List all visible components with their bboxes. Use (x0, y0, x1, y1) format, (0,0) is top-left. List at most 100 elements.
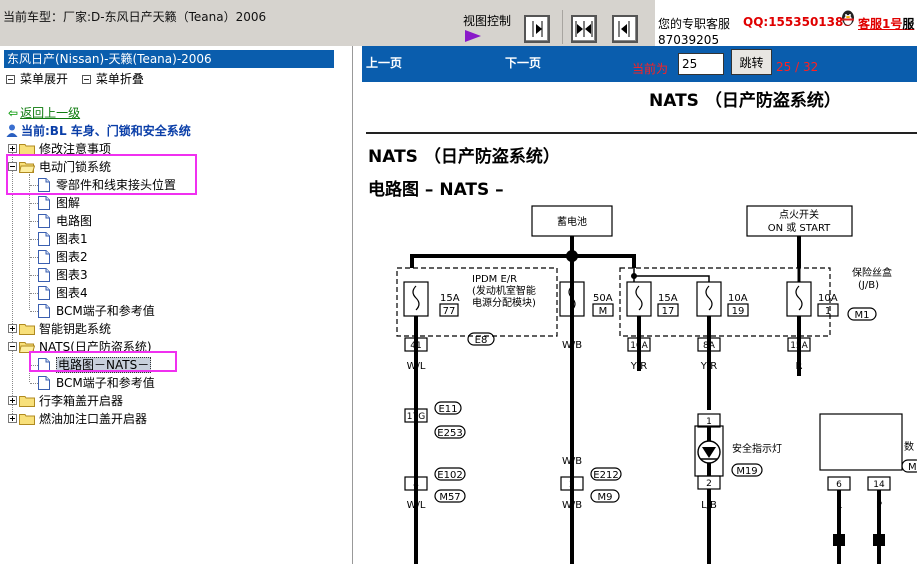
service-phone: 87039205 (658, 33, 720, 47)
page-count: 25 / 32 (776, 60, 819, 74)
connector-m1-label: M1 (855, 310, 870, 321)
service-name-link[interactable]: 客服1号服 (858, 15, 914, 32)
tree-item-label: 行李箱盖开启器 (39, 394, 124, 408)
collapse-toggle-icon[interactable] (8, 342, 17, 351)
highlight-box (6, 154, 197, 195)
expand-all-icon (6, 75, 15, 84)
wire-wl-label-1: W/L (407, 361, 426, 372)
current-car-type: 当前车型：厂家:D-东风日产天籁（Teana）2006 (3, 10, 267, 24)
tree-item-label: 智能钥匙系统 (39, 322, 112, 336)
view-expand-right-button[interactable] (524, 15, 550, 43)
wire-r-label: R (796, 361, 803, 372)
prev-page-link[interactable]: 上一页 (366, 54, 402, 71)
next-page-link[interactable]: 下一页 (505, 54, 541, 71)
collapse-all-label: 菜单折叠 (95, 72, 144, 86)
expand-toggle-icon[interactable] (8, 396, 17, 405)
terminal-6-label: 6 (836, 480, 842, 490)
wire-p-label: P (876, 500, 882, 511)
tree-item-label: BCM端子和参考值 (56, 376, 155, 390)
ipdm-label-1: IPDM E/R (472, 274, 517, 285)
terminal-16a-label: 16A (630, 341, 648, 351)
fuse-1 (786, 281, 812, 317)
folder-icon (19, 396, 35, 407)
fuse-element (795, 285, 803, 311)
connector-e8-label: E8 (475, 335, 488, 346)
junction-dot (566, 250, 578, 262)
current-section: 当前:BL 车身、门锁和安全系统 (6, 122, 191, 139)
document-icon (38, 232, 50, 246)
tree-connector (30, 275, 38, 276)
highlight-box (29, 351, 177, 372)
tree-item-label: 图表1 (56, 232, 88, 246)
tree-folder[interactable]: 行李箱盖开启器 (8, 392, 123, 410)
jump-button[interactable]: 跳转 (731, 49, 772, 75)
tree-folder[interactable]: 燃油加注口盖开启器 (8, 410, 147, 428)
wire-wb-label-2: W/B (562, 456, 582, 467)
document-icon (38, 250, 50, 264)
back-arrow-icon: ⇦ (8, 106, 19, 120)
ipdm-label-2: (发动机室智能 (472, 284, 536, 297)
security-lamp-label: 安全指示灯 (732, 442, 782, 455)
collapse-all-button[interactable]: 菜单折叠 (81, 70, 144, 87)
header-rule (366, 132, 917, 134)
page-number-input[interactable] (678, 53, 724, 75)
connector-e253-label: E253 (437, 428, 462, 439)
split-center-icon (575, 21, 593, 37)
view-control-arrow-icon[interactable] (464, 29, 482, 43)
tree-item[interactable]: 图解 (30, 194, 80, 212)
fuse-15a-label: 15A (440, 293, 460, 304)
data-module-label: 数 (904, 440, 914, 453)
connector-m-right-label: M (908, 462, 917, 473)
left-tree-panel: 东风日产(Nissan)-天籁(Teana)-2006 菜单展开 菜单折叠 ⇦ 返… (0, 46, 353, 564)
tree-folder[interactable]: 智能钥匙系统 (8, 320, 111, 338)
tree-item[interactable]: BCM端子和参考值 (30, 302, 155, 320)
tree-item-label: 燃油加注口盖开启器 (39, 412, 148, 426)
data-module-box (819, 413, 903, 471)
qq-penguin-icon[interactable] (840, 9, 856, 27)
fuse-element (412, 285, 420, 311)
terminal-2-label: 2 (569, 480, 575, 490)
back-link[interactable]: ⇦ 返回上一级 (8, 104, 80, 121)
tree-item[interactable]: BCM端子和参考值 (30, 374, 155, 392)
expand-toggle-icon[interactable] (8, 414, 17, 423)
fuse-50a-label: 50A (593, 293, 613, 304)
document-icon (38, 376, 50, 390)
current-page-label: 当前为 (632, 62, 669, 76)
document-icon (38, 286, 50, 300)
fuse-bus (633, 268, 710, 282)
terminal-8a-label: 8A (703, 341, 716, 351)
collapse-all-icon (81, 75, 91, 84)
view-expand-left-button[interactable] (612, 15, 638, 43)
view-split-button[interactable] (571, 15, 597, 43)
tree-item[interactable]: 图表1 (30, 230, 88, 248)
expand-toggle-icon[interactable] (8, 324, 17, 333)
document-viewer: 上一页 下一页 当前为 跳转 25 / 32 NATS （日产防盗系统） NAT… (362, 46, 917, 564)
terminal-15a-label: 15A (790, 341, 808, 351)
tree-item[interactable]: 图表4 (30, 284, 88, 302)
expand-all-button[interactable]: 菜单展开 (6, 70, 68, 87)
ipdm-label-3: 电源分配模块) (472, 296, 536, 309)
tree-item[interactable]: 图表2 (30, 248, 88, 266)
fuse-77 (403, 281, 429, 317)
tree-item-label: 图表4 (56, 286, 88, 300)
plug-square (833, 534, 845, 546)
tree-item[interactable]: 图表3 (30, 266, 88, 284)
fuse-17-label: 17 (662, 306, 675, 317)
fuse-19 (696, 281, 722, 317)
expand-toggle-icon[interactable] (8, 144, 17, 153)
wire-wb-label-3: W/B (562, 500, 582, 511)
tree-item-label: 电路图 (56, 214, 93, 228)
tree-connector (30, 383, 38, 384)
document-title: NATS （日产防盗系统） (368, 147, 560, 167)
split-left-icon (618, 21, 630, 37)
folder-icon (19, 324, 35, 335)
view-control-label: 视图控制 (463, 14, 512, 28)
service-qq-link[interactable]: QQ:1553501388 (743, 15, 852, 29)
fuse-block-label-2: (J/B) (858, 280, 879, 291)
tree-item[interactable]: 电路图 (30, 212, 93, 230)
wire-yr-label-1: Y/R (630, 361, 647, 372)
tree-connector (30, 239, 38, 240)
connector-m19-label: M19 (736, 466, 757, 477)
terminal-lamp-1-label: 1 (706, 417, 712, 427)
service-label: 您的专职客服 (658, 17, 731, 31)
